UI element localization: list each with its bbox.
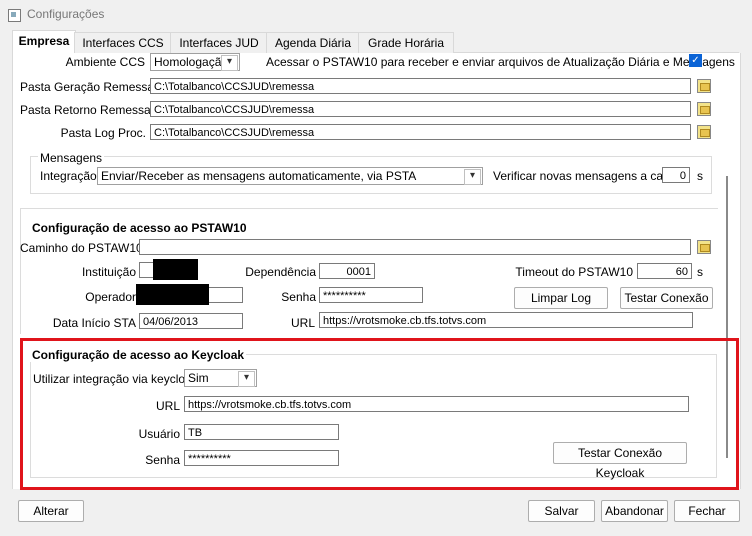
salvar-button[interactable]: Salvar — [528, 500, 595, 522]
limpar-log-button[interactable]: Limpar Log PSTA — [514, 287, 608, 325]
url-label: URL — [290, 316, 315, 330]
ambiente-value: Homologação — [154, 55, 229, 69]
highlight-box — [20, 338, 739, 490]
acessar-label: Acessar o PSTAW10 para receber e enviar … — [266, 55, 735, 69]
caminho-input[interactable] — [139, 239, 691, 255]
ambiente-label: Ambiente CCS — [65, 55, 145, 69]
chevron-down-icon: ▾ — [221, 55, 238, 71]
testar-conexao-button[interactable]: Testar Conexão — [620, 287, 713, 309]
url-input[interactable]: https://vrotsmoke.cb.tfs.totvs.com — [319, 312, 693, 328]
pasta-retorno-label: Pasta Retorno Remessa — [20, 103, 151, 117]
pasta-geracao-label: Pasta Geração Remessa — [20, 80, 155, 94]
verificar-unit: s — [697, 169, 703, 183]
fechar-button[interactable]: Fechar — [674, 500, 740, 522]
folder-icon[interactable] — [697, 79, 711, 93]
tab-interfaces-jud[interactable]: Interfaces JUD — [170, 32, 268, 53]
timeout-input[interactable]: 60 — [637, 263, 692, 279]
verificar-label: Verificar novas mensagens a cada — [493, 169, 677, 183]
redacted-instituicao — [153, 259, 198, 280]
folder-icon[interactable] — [697, 102, 711, 116]
ambiente-select[interactable]: Homologação ▾ — [150, 53, 240, 71]
chevron-down-icon: ▾ — [464, 169, 481, 185]
pstaw10-title: Configuração de acesso ao PSTAW10 — [30, 221, 249, 235]
pasta-geracao-input[interactable]: C:\Totalbanco\CCSJUD\remessa — [150, 78, 691, 94]
title-bar — [0, 0, 752, 30]
dependencia-input[interactable]: 0001 — [319, 263, 375, 279]
timeout-label: Timeout do PSTAW10 — [515, 265, 633, 279]
abandonar-button[interactable]: Abandonar — [601, 500, 668, 522]
mensagens-title: Mensagens — [38, 151, 105, 165]
alterar-button[interactable]: Alterar — [18, 500, 84, 522]
senha-input[interactable]: ********** — [319, 287, 423, 303]
integracao-label: Integração — [40, 169, 97, 183]
acessar-checkbox[interactable]: ✓ — [689, 54, 702, 67]
pasta-log-input[interactable]: C:\Totalbanco\CCSJUD\remessa — [150, 124, 691, 140]
verificar-input[interactable]: 0 — [662, 167, 690, 183]
timeout-unit: s — [697, 265, 703, 279]
caminho-label: Caminho do PSTAW10 — [20, 241, 143, 255]
operador-label: Operador — [85, 290, 136, 304]
app-icon — [8, 9, 21, 22]
pasta-retorno-input[interactable]: C:\Totalbanco\CCSJUD\remessa — [150, 101, 691, 117]
window-title: Configurações — [27, 7, 105, 21]
senha-label: Senha — [281, 290, 316, 304]
data-inicio-input[interactable]: 04/06/2013 — [139, 313, 243, 329]
dependencia-label: Dependência — [245, 265, 316, 279]
instituicao-label: Instituição — [81, 265, 136, 279]
folder-icon[interactable] — [697, 240, 711, 254]
integracao-value: Enviar/Receber as mensagens automaticame… — [101, 169, 417, 183]
data-inicio-label: Data Início STA — [52, 316, 136, 330]
redacted-operador — [136, 284, 209, 305]
integracao-select[interactable]: Enviar/Receber as mensagens automaticame… — [97, 167, 483, 185]
tab-interfaces-ccs[interactable]: Interfaces CCS — [74, 32, 172, 53]
tab-agenda-diaria[interactable]: Agenda Diária — [266, 32, 360, 53]
pasta-log-label: Pasta Log Proc. — [60, 126, 146, 140]
folder-icon[interactable] — [697, 125, 711, 139]
tab-empresa[interactable]: Empresa — [12, 30, 76, 54]
tab-grade-horaria[interactable]: Grade Horária — [358, 32, 454, 53]
